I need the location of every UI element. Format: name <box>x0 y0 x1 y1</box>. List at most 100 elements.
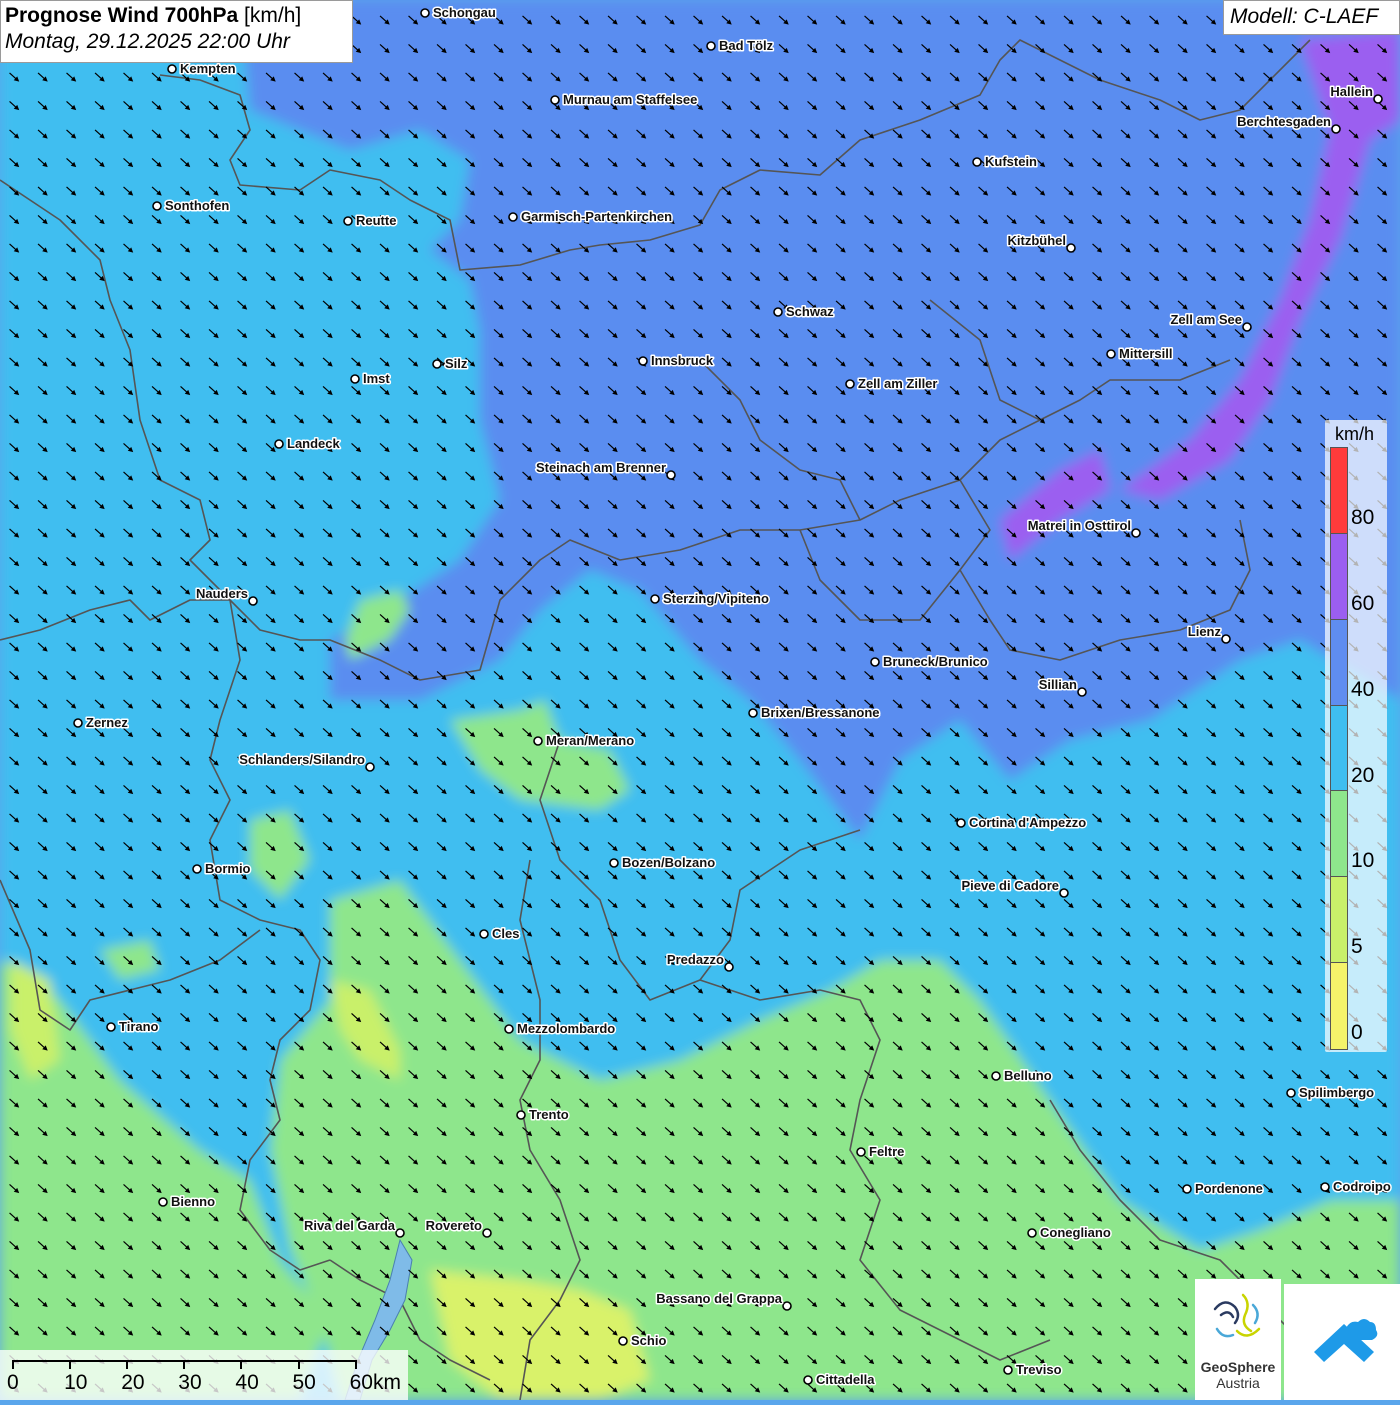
place-dot-icon <box>1332 125 1340 133</box>
place-label: Nauders <box>196 586 248 601</box>
place-dot-icon <box>159 1198 167 1206</box>
place-dot-icon <box>749 709 757 717</box>
color-legend: km/h 806040201050 <box>1325 420 1387 1052</box>
place-marker[interactable]: Garmisch-Partenkirchen <box>509 209 672 224</box>
place-label: Tirano <box>119 1019 159 1034</box>
place-marker[interactable]: Pordenone <box>1183 1181 1263 1196</box>
legend-color-step <box>1331 791 1347 877</box>
legend-unit: km/h <box>1335 424 1374 445</box>
place-dot-icon <box>1078 688 1086 696</box>
place-label: Belluno <box>1004 1068 1052 1083</box>
place-label: Lienz <box>1188 624 1222 639</box>
place-dot-icon <box>1060 889 1068 897</box>
place-dot-icon <box>1107 350 1115 358</box>
place-dot-icon <box>992 1072 1000 1080</box>
place-label: Schwaz <box>786 304 834 319</box>
place-label: Sillian <box>1039 677 1077 692</box>
place-label: Pieve di Cadore <box>961 878 1059 893</box>
place-label: Schio <box>631 1333 666 1348</box>
place-label: Murnau am Staffelsee <box>563 92 697 107</box>
scale-label: 50 <box>293 1371 316 1395</box>
place-marker[interactable]: Schongau <box>421 5 496 20</box>
geosphere-logo[interactable]: GeoSphere Austria <box>1195 1279 1281 1400</box>
place-dot-icon <box>1004 1366 1012 1374</box>
place-marker[interactable]: Conegliano <box>1028 1225 1111 1240</box>
place-marker[interactable]: Innsbruck <box>639 353 714 368</box>
place-label: Bozen/Bolzano <box>622 855 715 870</box>
place-label: Zell am See <box>1170 312 1242 327</box>
place-dot-icon <box>957 819 965 827</box>
legend-tick-label: 5 <box>1351 935 1363 959</box>
place-marker[interactable]: Sterzing/Vipiteno <box>651 591 769 606</box>
place-label: Rovereto <box>426 1218 482 1233</box>
place-label: Schongau <box>433 5 496 20</box>
legend-color-step <box>1331 534 1347 620</box>
place-label: Riva del Garda <box>304 1218 396 1233</box>
wind-map[interactable]: Schongau Bad Tölz Kempten Murnau am Staffel… <box>0 0 1400 1400</box>
place-dot-icon <box>1183 1185 1191 1193</box>
place-dot-icon <box>193 865 201 873</box>
place-marker[interactable]: Spilimbergo <box>1287 1085 1374 1100</box>
legend-color-step <box>1331 877 1347 963</box>
place-dot-icon <box>725 963 733 971</box>
scale-label: 10 <box>64 1371 87 1395</box>
legend-tick-label: 10 <box>1351 849 1374 873</box>
place-dot-icon <box>344 217 352 225</box>
place-label: Matrei in Osttirol <box>1028 518 1131 533</box>
place-marker[interactable]: Meran/Merano <box>534 733 634 748</box>
place-label: Cittadella <box>816 1372 875 1387</box>
place-label: Codroipo <box>1333 1179 1391 1194</box>
place-dot-icon <box>249 597 257 605</box>
scale-tick <box>126 1360 128 1369</box>
place-label: Pordenone <box>1195 1181 1263 1196</box>
place-label: Steinach am Brenner <box>536 460 666 475</box>
place-marker[interactable]: Bruneck/Brunico <box>871 654 988 669</box>
map-title-unit: [km/h] <box>238 4 301 27</box>
legend-color-bar <box>1330 447 1348 1050</box>
place-dot-icon <box>366 763 374 771</box>
place-label: Reutte <box>356 213 396 228</box>
place-dot-icon <box>551 96 559 104</box>
place-marker[interactable]: Brixen/Bressanone <box>749 705 880 720</box>
place-dot-icon <box>421 9 429 17</box>
place-label: Brixen/Bressanone <box>761 705 880 720</box>
place-label: Kufstein <box>985 154 1037 169</box>
place-dot-icon <box>610 859 618 867</box>
place-dot-icon <box>871 658 879 666</box>
scale-bar: 0102030405060km <box>0 1350 408 1400</box>
place-dot-icon <box>1287 1089 1295 1097</box>
place-marker[interactable]: Sonthofen <box>153 198 229 213</box>
place-dot-icon <box>619 1337 627 1345</box>
place-dot-icon <box>534 737 542 745</box>
place-dot-icon <box>1243 323 1251 331</box>
place-dot-icon <box>639 357 647 365</box>
place-marker[interactable]: Zell am Ziller <box>846 376 937 391</box>
map-title-main: Prognose Wind 700hPa <box>5 4 238 27</box>
place-marker[interactable]: Bozen/Bolzano <box>610 855 715 870</box>
place-label: Bad Tölz <box>719 38 774 53</box>
place-marker[interactable]: Murnau am Staffelsee <box>551 92 697 107</box>
place-dot-icon <box>396 1229 404 1237</box>
place-dot-icon <box>667 471 675 479</box>
place-label: Kempten <box>180 61 236 76</box>
place-dot-icon <box>433 360 441 368</box>
legend-tick-label: 60 <box>1351 592 1374 616</box>
logo-subtitle: Austria <box>1195 1375 1281 1391</box>
place-label: Cles <box>492 926 519 941</box>
model-label: Modell: C-LAEF <box>1223 0 1400 35</box>
legend-color-step <box>1331 620 1347 706</box>
legend-color-step <box>1331 448 1347 534</box>
place-dot-icon <box>153 202 161 210</box>
place-label: Berchtesgaden <box>1237 114 1331 129</box>
place-label: Bienno <box>171 1194 215 1209</box>
place-label: Spilimbergo <box>1299 1085 1374 1100</box>
app-logo[interactable] <box>1284 1284 1400 1400</box>
place-dot-icon <box>846 380 854 388</box>
place-label: Cortina d'Ampezzo <box>969 815 1086 830</box>
place-marker[interactable]: Mezzolombardo <box>505 1021 615 1036</box>
map-title: Prognose Wind 700hPa [km/h] <box>5 4 348 28</box>
legend-tick-label: 20 <box>1351 764 1374 788</box>
place-marker[interactable]: Cortina d'Ampezzo <box>957 815 1086 830</box>
place-dot-icon <box>1132 529 1140 537</box>
place-label: Silz <box>445 356 468 371</box>
